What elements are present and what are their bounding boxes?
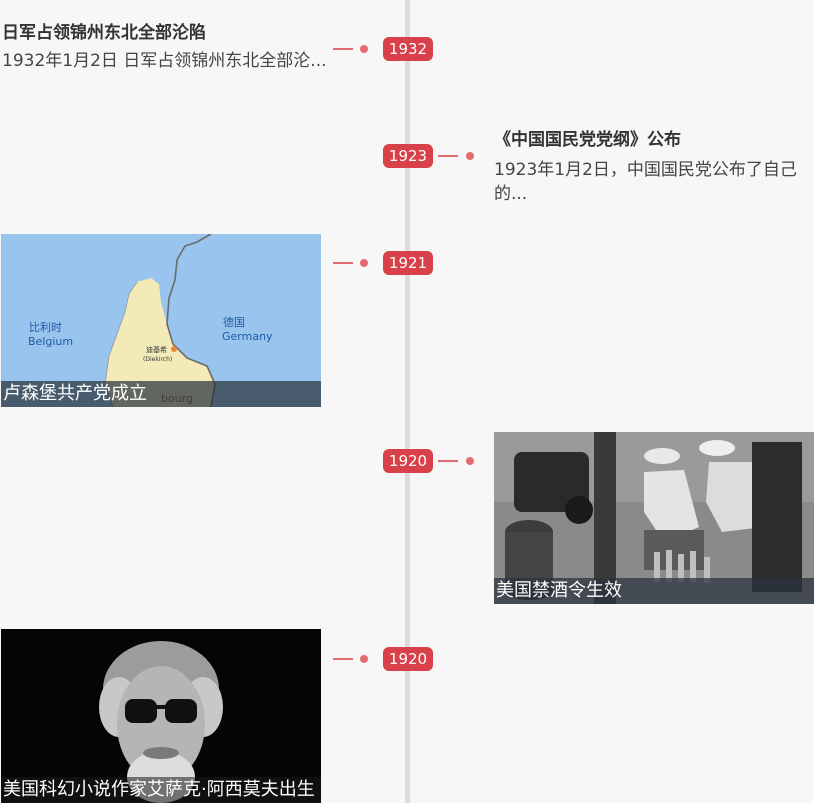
- card-caption[interactable]: 美国科幻小说作家艾萨克·阿西莫夫出生: [1, 777, 321, 803]
- connector-line: [333, 658, 353, 660]
- year-badge: 1923: [383, 144, 433, 168]
- timeline-card-1920-asimov[interactable]: 美国科幻小说作家艾萨克·阿西莫夫出生: [1, 629, 321, 803]
- timeline-entry-1923[interactable]: 《中国国民党党纲》公布 1923年1月2日，中国国民党公布了自己的...: [494, 128, 810, 206]
- map-label-belgium-en: Belgium: [28, 335, 73, 348]
- timeline-card-1920-prohibition[interactable]: 美国禁酒令生效: [494, 432, 814, 604]
- connector-line: [438, 155, 458, 157]
- map-label-germany-en: Germany: [222, 330, 273, 343]
- year-badge: 1932: [383, 37, 433, 61]
- entry-title[interactable]: 《中国国民党党纲》公布: [494, 128, 810, 152]
- connector-line: [333, 48, 353, 50]
- year-badge: 1921: [383, 251, 433, 275]
- connector-dot: [466, 457, 474, 465]
- card-caption[interactable]: 卢森堡共产党成立: [1, 381, 321, 407]
- connector-dot: [360, 259, 368, 267]
- card-caption[interactable]: 美国禁酒令生效: [494, 578, 814, 604]
- year-badge: 1920: [383, 647, 433, 671]
- map-label-belgium-cn: 比利时: [29, 321, 62, 334]
- year-badge: 1920: [383, 449, 433, 473]
- connector-dot: [360, 45, 368, 53]
- timeline-entry-1932[interactable]: 日军占领锦州东北全部沦陷 1932年1月2日 日军占领锦州东北全部沦...: [2, 21, 327, 73]
- connector-dot: [466, 152, 474, 160]
- entry-description: 1932年1月2日 日军占领锦州东北全部沦...: [2, 51, 327, 71]
- timeline-card-1921[interactable]: 迪基希 (Diekirch) 比利时 Belgium 德国 Germany bo…: [1, 234, 321, 407]
- connector-line: [438, 460, 458, 462]
- timeline-axis: [405, 0, 410, 803]
- map-city-cn: 迪基希: [146, 345, 167, 354]
- map-city-en: (Diekirch): [143, 356, 172, 363]
- entry-description: 1923年1月2日，中国国民党公布了自己的...: [494, 160, 797, 204]
- map-label-germany-cn: 德国: [223, 315, 245, 329]
- entry-title[interactable]: 日军占领锦州东北全部沦陷: [2, 21, 327, 45]
- connector-dot: [360, 655, 368, 663]
- connector-line: [333, 262, 353, 264]
